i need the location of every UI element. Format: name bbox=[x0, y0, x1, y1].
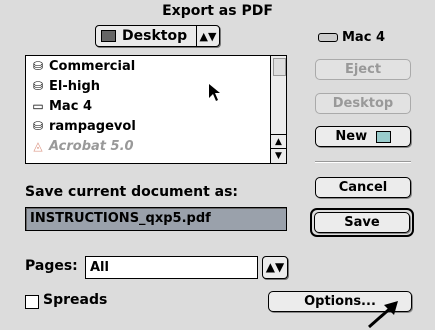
list-item[interactable]: ⛁ Commercial bbox=[26, 56, 286, 76]
filename-input[interactable]: INSTRUCTIONS_qxp5.pdf bbox=[25, 207, 287, 231]
desktop-button[interactable]: Desktop bbox=[315, 93, 411, 114]
list-item[interactable]: ▭ Mac 4 bbox=[26, 96, 286, 116]
list-item-label: Commercial bbox=[49, 58, 136, 74]
scroll-up-icon[interactable]: ▲ bbox=[271, 134, 286, 149]
popup-arrows-icon: ▲▼ bbox=[196, 26, 219, 46]
new-folder-button[interactable]: New bbox=[315, 126, 411, 147]
location-popup[interactable]: Desktop ▲▼ bbox=[95, 25, 220, 47]
separator bbox=[315, 161, 411, 163]
disk-icon bbox=[318, 33, 338, 42]
server-icon: ⛁ bbox=[32, 59, 44, 73]
save-button[interactable]: Save bbox=[314, 212, 410, 233]
location-popup-label: Desktop bbox=[122, 28, 188, 44]
save-as-label: Save current document as: bbox=[25, 184, 239, 200]
arrow-icon bbox=[368, 301, 398, 329]
server-icon: ⛁ bbox=[32, 119, 44, 133]
drive-icon: ▭ bbox=[32, 99, 44, 113]
new-folder-label: New bbox=[335, 129, 368, 144]
folder-icon bbox=[101, 30, 116, 42]
save-default-ring: Save bbox=[310, 208, 414, 237]
new-folder-icon bbox=[375, 130, 391, 143]
pages-input[interactable]: All bbox=[85, 256, 258, 279]
scroll-thumb[interactable] bbox=[273, 58, 286, 76]
list-item[interactable]: ⛁ El-high bbox=[26, 76, 286, 96]
dialog-title: Export as PDF bbox=[162, 3, 273, 19]
list-scrollbar[interactable]: ▲ ▼ bbox=[270, 56, 286, 163]
spreads-checkbox[interactable] bbox=[25, 295, 39, 309]
pages-popup-arrows-icon[interactable]: ▲▼ bbox=[262, 256, 288, 279]
eject-button[interactable]: Eject bbox=[315, 59, 411, 80]
list-item: ◬ Acrobat 5.0 bbox=[26, 136, 286, 156]
spreads-label: Spreads bbox=[43, 292, 108, 308]
scroll-down-icon[interactable]: ▼ bbox=[271, 148, 286, 163]
acrobat-icon: ◬ bbox=[33, 139, 43, 153]
list-item-label: rampagevol bbox=[49, 118, 136, 134]
list-item-label: Acrobat 5.0 bbox=[49, 138, 134, 154]
file-list[interactable]: ⛁ Commercial ⛁ El-high ▭ Mac 4 ⛁ rampage… bbox=[25, 55, 287, 164]
list-item[interactable]: ⛁ rampagevol bbox=[26, 116, 286, 136]
server-icon: ⛁ bbox=[32, 79, 44, 93]
list-item-label: El-high bbox=[49, 78, 101, 94]
disk-name: Mac 4 bbox=[318, 30, 385, 45]
disk-name-label: Mac 4 bbox=[342, 30, 385, 45]
list-item-label: Mac 4 bbox=[49, 98, 92, 114]
mouse-pointer-icon bbox=[209, 84, 220, 101]
cancel-button[interactable]: Cancel bbox=[315, 177, 411, 198]
pages-label: Pages: bbox=[25, 258, 78, 274]
